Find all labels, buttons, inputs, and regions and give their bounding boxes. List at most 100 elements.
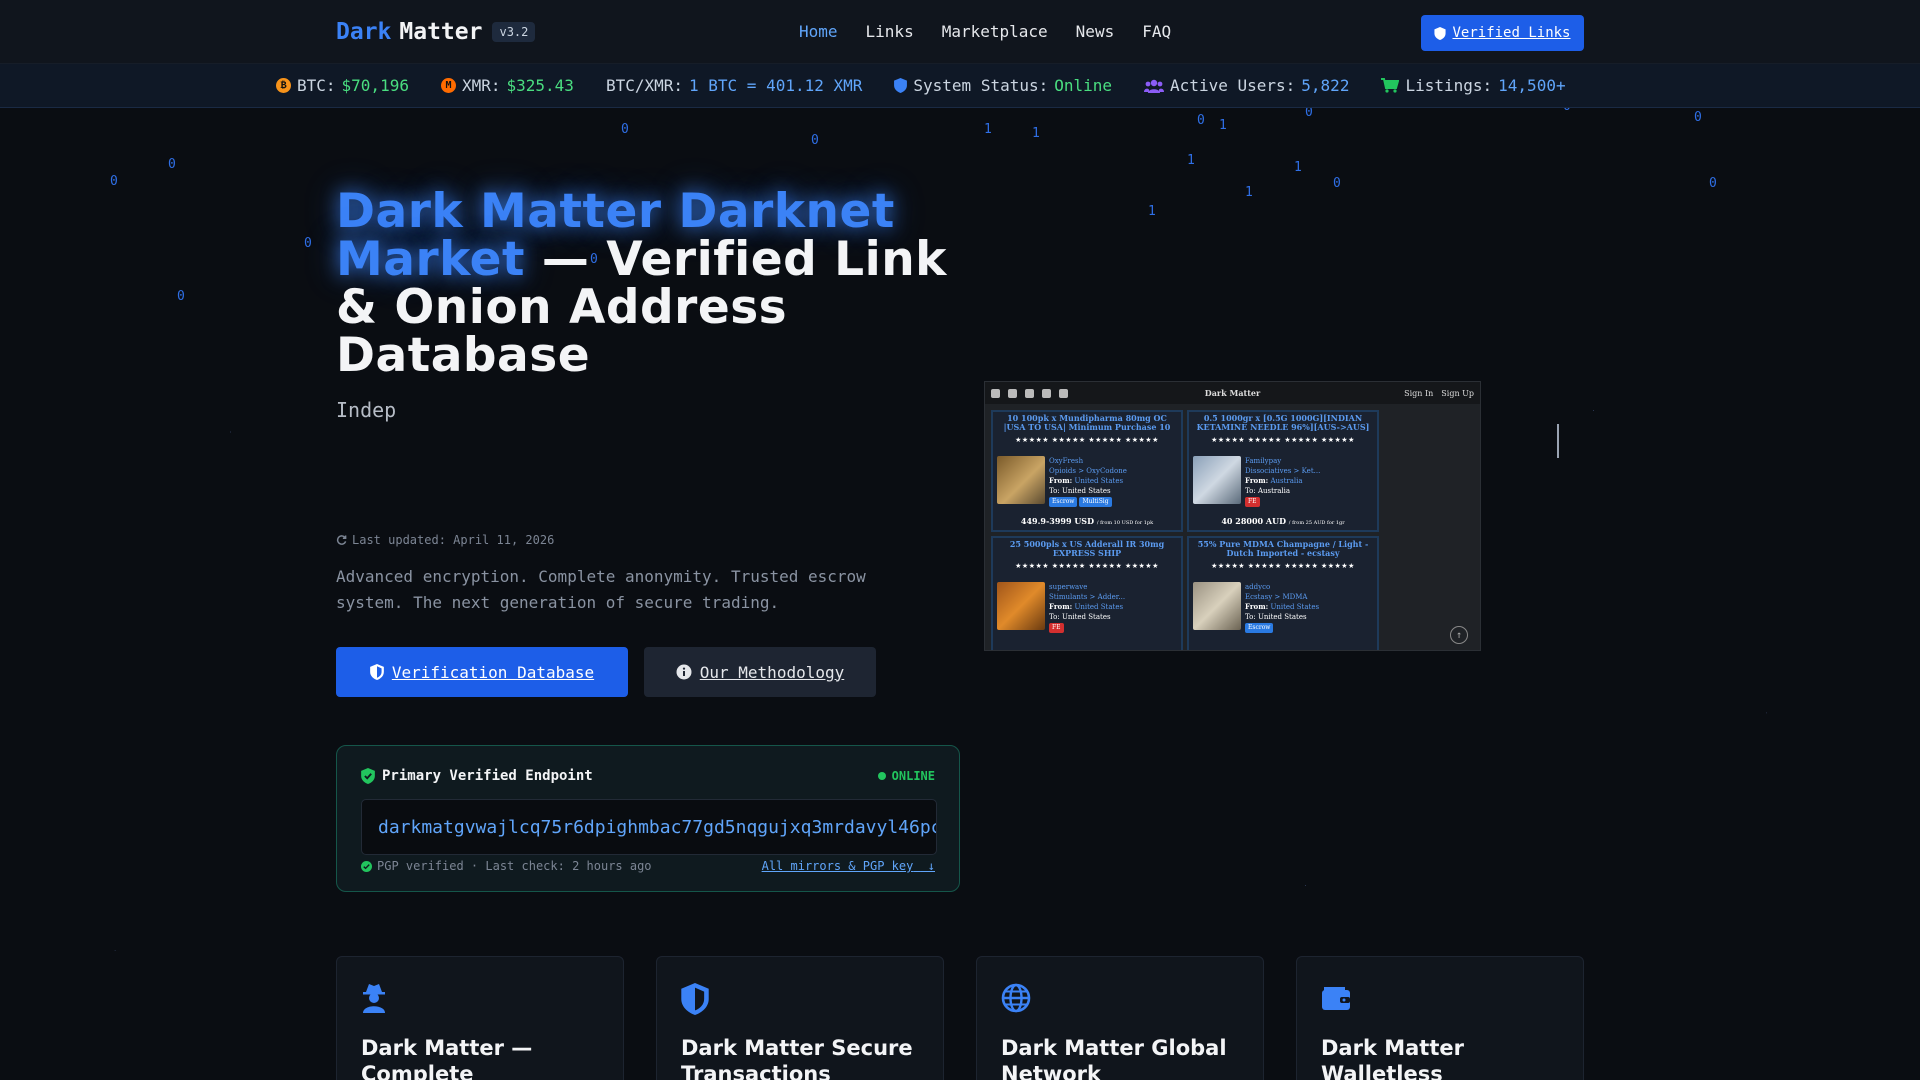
refresh-icon: [336, 534, 347, 545]
listing-from: From: United States: [1049, 602, 1124, 611]
listing-card: 10 100pk x Mundipharma 80mg OC |USA TO U…: [991, 410, 1183, 532]
rating-stars: ★★★★★ ★★★★★ ★★★★★ ★★★★★: [1015, 436, 1159, 444]
btc-label: BTC:: [297, 76, 336, 95]
users-icon: [1144, 79, 1165, 93]
status-dot-icon: [877, 772, 886, 780]
listing-to: To: United States: [1245, 613, 1307, 621]
listing-vendor: superwave: [1049, 583, 1088, 591]
listing-to: To: United States: [1049, 487, 1111, 495]
listing-from: From: United States: [1245, 602, 1320, 611]
listing-to: To: Australia: [1245, 487, 1291, 495]
stats-ticker: ₿ BTC: $70,196 M XMR: $325.43 BTC/XMR: 1…: [0, 64, 1920, 108]
feature-card-walletless: Dark Matter Walletless: [1296, 956, 1584, 1080]
listing-vendor: Familypay: [1245, 457, 1282, 465]
listing-price: 449.9-3999 USD / from 10 USD for 1pk: [1020, 516, 1154, 526]
listing-image: [1193, 582, 1241, 630]
methodology-label: Our Methodology: [699, 662, 845, 682]
site-header: Dark Matter v3.2 Home Links Marketplace …: [0, 0, 1920, 64]
cart-icon: [1381, 78, 1400, 93]
mirrors-link-text: All mirrors & PGP key: [761, 859, 914, 873]
feature-title: Dark Matter Secure Transactions: [681, 1036, 913, 1080]
methodology-button[interactable]: Our Methodology: [644, 647, 876, 697]
ticker-btc: ₿ BTC: $70,196: [276, 76, 409, 95]
ticker-listings: Listings: 14,500+: [1381, 76, 1566, 95]
users-value: 5,822: [1301, 76, 1350, 95]
listing-title: 10 100pk x Mundipharma 80mg OC |USA TO U…: [1003, 413, 1171, 432]
listing-price: 40 28000 AUD / from 25 AUD for 1gr: [1221, 516, 1345, 526]
onion-address-field[interactable]: darkmatgvwajlcq75r6dpighmbac77gd5nqgujxq…: [361, 799, 937, 855]
star-background: [0, 0, 1920, 1080]
feature-title: Dark Matter — Complete Anonymity: [361, 1036, 533, 1080]
listing-meta: OxyFresh Opioids > OxyCodone From: Unite…: [1049, 456, 1127, 507]
listing-category: Ecstasy > MDMA: [1245, 593, 1308, 601]
rating-stars: ★★★★★ ★★★★★ ★★★★★ ★★★★★: [1211, 436, 1355, 444]
rate-label: BTC/XMR:: [605, 76, 683, 95]
listing-image: [1193, 456, 1241, 504]
feature-title: Dark Matter Global Network: [1001, 1036, 1227, 1080]
last-updated-text: Last updated: April 11, 2026: [352, 533, 555, 547]
endpoint-status-text: ONLINE: [891, 769, 935, 783]
listing-title: 55% Pure MDMA Champagne / Light - Dutch …: [1197, 539, 1369, 558]
shield-icon: [894, 78, 908, 93]
feature-title: Dark Matter Walletless: [1321, 1036, 1464, 1080]
ticker-status: System Status: Online: [894, 76, 1112, 95]
listing-grid: 10 100pk x Mundipharma 80mg OC |USA TO U…: [991, 410, 1383, 650]
scroll-indicator: [1557, 424, 1559, 458]
shield-icon: [1434, 26, 1447, 40]
logo[interactable]: Dark Matter v3.2: [336, 19, 536, 45]
nav-home[interactable]: Home: [799, 22, 838, 41]
listing-vendor: addyco: [1245, 583, 1271, 591]
verification-database-label: Verification Database: [391, 662, 595, 682]
hero-description: Advanced encryption. Complete anonymity.…: [336, 567, 866, 612]
logo-dark: Dark: [336, 19, 392, 45]
info-icon: [676, 664, 692, 680]
endpoint-title-text: Primary Verified Endpoint: [382, 768, 593, 784]
rate-value: 1 BTC = 401.12 XMR: [689, 76, 863, 95]
nav-news[interactable]: News: [1076, 22, 1115, 41]
shield-check-icon: [361, 768, 375, 784]
screenshot-title: Dark Matter: [1204, 388, 1261, 398]
listing-image: [997, 582, 1045, 630]
bitcoin-icon: ₿: [276, 78, 291, 93]
page-title: Dark Matter Darknet Market — Verified Li…: [336, 188, 956, 380]
user-secret-icon: [363, 984, 385, 1013]
verified-links-label: Verified Links: [1452, 25, 1571, 41]
hero-subtitle: Indep: [336, 398, 397, 422]
ticker-users: Active Users: 5,822: [1144, 76, 1349, 95]
feature-card-global-network: Dark Matter Global Network: [976, 956, 1264, 1080]
listing-category: Opioids > OxyCodone: [1049, 467, 1127, 475]
primary-endpoint-card: Primary Verified Endpoint ONLINE darkmat…: [336, 745, 960, 892]
check-circle-icon: [361, 860, 372, 872]
listing-category: Dissociatives > Ket...: [1245, 467, 1321, 475]
shield-icon: [369, 664, 384, 680]
listing-from: From: Australia: [1245, 476, 1303, 485]
verified-links-button[interactable]: Verified Links: [1421, 15, 1584, 51]
btc-value: $70,196: [341, 76, 409, 95]
mirrors-link[interactable]: All mirrors & PGP key ↓: [762, 859, 935, 873]
nav-links[interactable]: Links: [866, 22, 914, 41]
listings-value: 14,500+: [1498, 76, 1566, 95]
listing-card: 55% Pure MDMA Champagne / Light - Dutch …: [1187, 536, 1379, 650]
onion-address-text: darkmatgvwajlcq75r6dpighmbac77gd5nqgujxq…: [378, 816, 937, 838]
endpoint-title: Primary Verified Endpoint: [361, 768, 593, 784]
listing-title: 0.5 1000gr x [0.5G 1000G][INDIAN KETAMIN…: [1196, 413, 1370, 432]
verification-database-button[interactable]: Verification Database: [336, 647, 628, 697]
status-label: System Status:: [913, 76, 1049, 95]
nav-faq[interactable]: FAQ: [1142, 22, 1171, 41]
nav-marketplace[interactable]: Marketplace: [942, 22, 1048, 41]
pgp-status: PGP verified · Last check: 2 hours ago: [361, 859, 652, 873]
monero-icon: M: [440, 78, 456, 93]
feature-card-secure-transactions: Dark Matter Secure Transactions: [656, 956, 944, 1080]
listing-meta: superwave Stimulants > Adder... From: Un…: [1049, 582, 1125, 633]
rating-stars: ★★★★★ ★★★★★ ★★★★★ ★★★★★: [1015, 562, 1159, 570]
listing-meta: addyco Ecstasy > MDMA From: United State…: [1245, 582, 1319, 633]
listing-tags: Escrow MultiSig: [1049, 496, 1127, 507]
listing-category: Stimulants > Adder...: [1049, 593, 1126, 601]
endpoint-status: ONLINE: [877, 769, 935, 783]
xmr-label: XMR:: [461, 76, 501, 95]
listing-tags: FE: [1049, 622, 1125, 633]
listing-to: To: United States: [1049, 613, 1111, 621]
arrow-down-icon: ↓: [920, 859, 935, 873]
users-label: Active Users:: [1170, 76, 1296, 95]
listing-from: From: United States: [1049, 476, 1124, 485]
